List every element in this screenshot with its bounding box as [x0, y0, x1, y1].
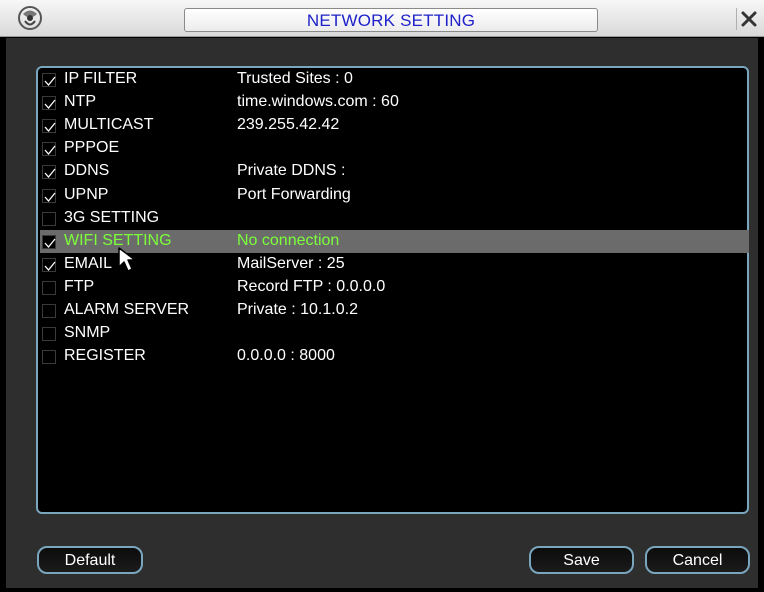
list-item-snmp[interactable]: SNMP [40, 322, 749, 345]
item-name: UPNP [64, 185, 109, 203]
item-name: EMAIL [64, 254, 113, 272]
close-button[interactable] [736, 8, 761, 30]
list-item-wifi-setting[interactable]: WIFI SETTING No connection [40, 229, 749, 253]
network-options-list: IP FILTER Trusted Sites : 0 NTP time.window… [36, 66, 749, 514]
item-name: DDNS [64, 162, 110, 180]
item-value: 239.255.42.42 [237, 116, 340, 134]
cancel-button[interactable]: Cancel [645, 546, 750, 574]
checkbox[interactable] [42, 350, 56, 365]
checkmark-icon [44, 192, 56, 202]
close-icon [741, 11, 757, 27]
dvr-logo-icon [16, 4, 44, 32]
title-bar: NETWORK SETTING [0, 0, 764, 37]
item-name: 3G SETTING [64, 208, 160, 226]
item-name: MULTICAST [64, 116, 154, 134]
item-value: Private DDNS : [237, 162, 346, 180]
item-name: NTP [64, 93, 96, 111]
save-button[interactable]: Save [529, 546, 634, 574]
checkmark-icon [44, 238, 56, 248]
checkmark-icon [44, 145, 56, 156]
checkbox[interactable] [42, 234, 56, 249]
checkbox[interactable] [42, 165, 56, 180]
checkbox[interactable] [42, 119, 56, 134]
item-name: FTP [64, 277, 95, 295]
checkbox[interactable] [42, 188, 56, 203]
list-item-ip-filter[interactable]: IP FILTER Trusted Sites : 0 [40, 68, 749, 91]
list-item-upnp[interactable]: UPNP Port Forwarding [40, 184, 749, 207]
window-title: NETWORK SETTING [306, 11, 476, 30]
checkbox[interactable] [42, 327, 56, 342]
item-value: MailServer : 25 [237, 254, 345, 272]
item-value: Port Forwarding [237, 185, 351, 203]
checkmark-icon [44, 261, 56, 271]
list-item-multicast[interactable]: MULTICAST 239.255.42.42 [40, 114, 749, 137]
list-item-alarm-server[interactable]: ALARM SERVER Private : 10.1.0.2 [40, 299, 749, 322]
checkmark-icon [44, 76, 56, 87]
checkbox[interactable] [42, 280, 56, 295]
checkbox[interactable] [42, 257, 56, 272]
item-name: SNMP [64, 324, 111, 342]
item-value: Record FTP : 0.0.0.0 [237, 277, 386, 295]
network-setting-window: NETWORK SETTING IP FILTER Trusted Sites :… [0, 0, 764, 592]
item-value: Private : 10.1.0.2 [237, 301, 358, 318]
checkmark-icon [44, 99, 56, 110]
list-item-3g-setting[interactable]: 3G SETTING [40, 207, 749, 230]
item-value: Trusted Sites : 0 [237, 70, 353, 87]
item-name: REGISTER [64, 347, 146, 365]
checkbox[interactable] [42, 73, 56, 87]
item-value: time.windows.com : 60 [237, 93, 399, 111]
checkbox[interactable] [42, 211, 56, 226]
item-name: IP FILTER [64, 70, 138, 87]
checkbox[interactable] [42, 142, 56, 157]
item-value: 0.0.0.0 : 8000 [237, 347, 335, 365]
list-item-email[interactable]: EMAIL MailServer : 25 [40, 253, 749, 276]
list-item-ftp[interactable]: FTP Record FTP : 0.0.0.0 [40, 276, 749, 299]
checkmark-icon [44, 122, 56, 133]
list-item-ddns[interactable]: DDNS Private DDNS : [40, 160, 749, 183]
default-button[interactable]: Default [37, 546, 143, 574]
list-item-register[interactable]: REGISTER 0.0.0.0 : 8000 [40, 345, 749, 368]
list-item-pppoe[interactable]: PPPOE [40, 137, 749, 160]
checkbox[interactable] [42, 304, 56, 318]
checkmark-icon [44, 168, 56, 179]
title-frame: NETWORK SETTING [184, 8, 598, 32]
item-value: No connection [237, 231, 340, 249]
item-name: PPPOE [64, 139, 120, 157]
item-name: ALARM SERVER [64, 301, 190, 318]
mouse-pointer-icon [118, 247, 136, 272]
checkbox[interactable] [42, 96, 56, 111]
list-item-ntp[interactable]: NTP time.windows.com : 60 [40, 91, 749, 114]
